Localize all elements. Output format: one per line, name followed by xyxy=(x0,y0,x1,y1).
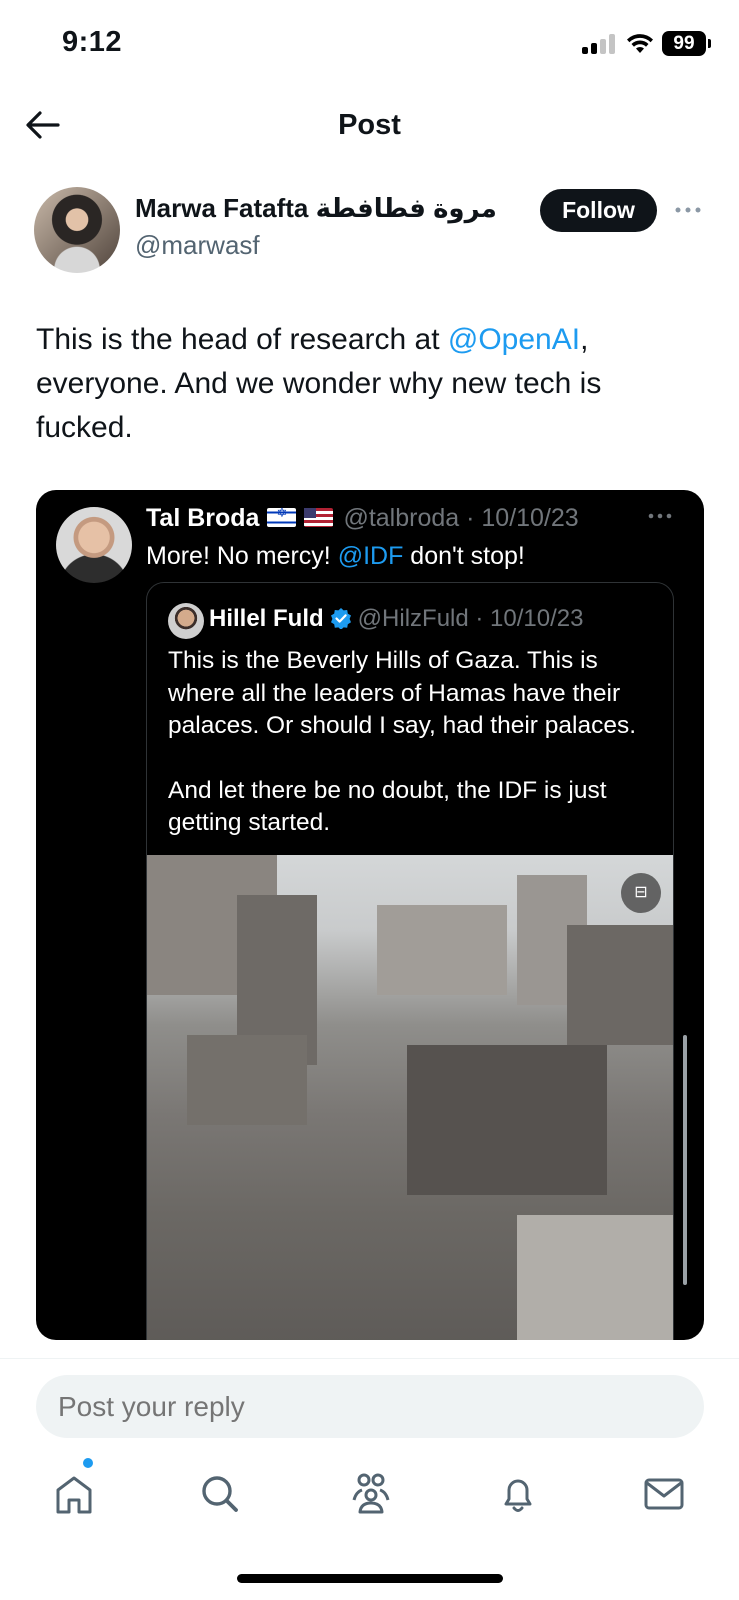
post-header: Post xyxy=(0,95,739,155)
author-name[interactable]: Marwa Fatafta مروة فطافطة xyxy=(135,193,497,224)
us-flag-icon xyxy=(304,508,334,527)
mention-link[interactable]: @OpenAI xyxy=(448,323,580,356)
home-notification-dot xyxy=(83,1458,93,1468)
avatar[interactable] xyxy=(34,187,120,273)
status-bar: 9:12 99 xyxy=(0,0,739,90)
inner-paragraph-2: And let there be no doubt, the IDF is ju… xyxy=(168,776,607,837)
notifications-icon[interactable] xyxy=(494,1470,542,1518)
inner-author-row: Hillel Fuld @HilzFuld · 10/10/23 xyxy=(209,605,583,633)
scrollbar[interactable] xyxy=(683,1035,687,1285)
follow-button[interactable]: Follow xyxy=(540,189,657,232)
more-options-icon[interactable] xyxy=(672,197,704,223)
quoted-author-name[interactable]: Tal Broda xyxy=(146,504,259,532)
quoted-mention-link[interactable]: @IDF xyxy=(338,542,404,570)
quoted-author-row: Tal Broda @talbroda · 10/10/23 xyxy=(146,504,579,533)
reply-input[interactable] xyxy=(36,1375,704,1438)
divider xyxy=(0,1358,739,1359)
quoted-post-card[interactable]: Tal Broda @talbroda · 10/10/23 More! No m… xyxy=(36,490,704,1340)
quoted-text: More! No mercy! @IDF don't stop! xyxy=(146,542,525,571)
home-icon[interactable] xyxy=(50,1470,98,1518)
quoted-text-body: More! No mercy! xyxy=(146,542,338,570)
home-indicator xyxy=(237,1574,503,1583)
inner-paragraph-1: This is the Beverly Hills of Gaza. This … xyxy=(168,647,637,739)
battery-icon: 99 xyxy=(662,31,711,56)
inner-avatar[interactable] xyxy=(168,603,204,639)
quoted-more-icon[interactable] xyxy=(646,507,674,525)
inner-quoted-post[interactable]: Hillel Fuld @HilzFuld · 10/10/23 This is… xyxy=(146,582,674,1340)
bottom-nav xyxy=(0,1458,739,1540)
quoted-meta: @talbroda · 10/10/23 xyxy=(343,504,579,532)
search-icon[interactable] xyxy=(196,1470,244,1518)
destroyed-buildings-photo[interactable]: ⊟ xyxy=(147,855,673,1340)
quoted-text-end: don't stop! xyxy=(403,542,525,570)
post-text: This is the head of research at @OpenAI,… xyxy=(36,318,706,450)
cellular-signal-icon xyxy=(582,34,616,54)
author-handle[interactable]: @marwasf xyxy=(135,230,260,261)
status-time: 9:12 xyxy=(62,26,123,58)
alt-text-icon[interactable]: ⊟ xyxy=(621,873,661,913)
wifi-icon xyxy=(627,34,653,53)
post-text-body: This is the head of research at xyxy=(36,323,448,356)
page-title: Post xyxy=(338,109,401,141)
inner-author-name[interactable]: Hillel Fuld xyxy=(209,605,324,632)
messages-icon[interactable] xyxy=(640,1470,688,1518)
inner-meta: @HilzFuld · 10/10/23 xyxy=(357,605,584,632)
verified-badge-icon xyxy=(330,608,351,629)
communities-icon[interactable] xyxy=(346,1470,394,1518)
israel-flag-icon xyxy=(267,505,297,527)
inner-post-text: This is the Beverly Hills of Gaza. This … xyxy=(168,645,668,840)
quoted-avatar[interactable] xyxy=(56,507,132,583)
